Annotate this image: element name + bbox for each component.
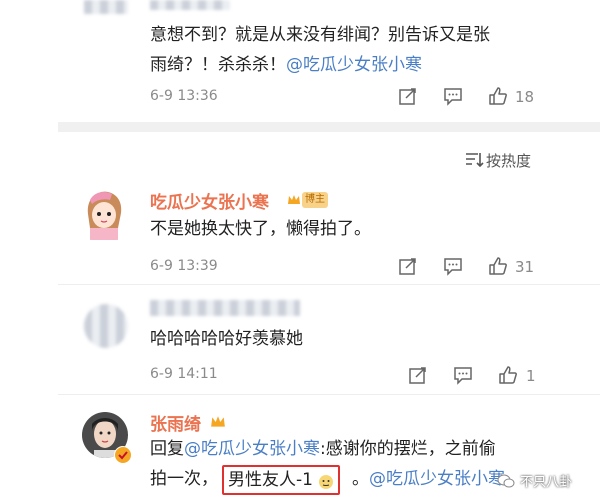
section-divider bbox=[58, 122, 600, 132]
comment-text: 哈哈哈哈哈好羡慕她 bbox=[150, 329, 303, 349]
mention-link[interactable]: @吃瓜少女张小寒 bbox=[184, 439, 320, 459]
share-edit-icon[interactable] bbox=[398, 86, 418, 106]
reply-text: 回复@吃瓜少女张小寒:感谢你的摆烂，之前偷 bbox=[150, 439, 496, 459]
blurred-avatar bbox=[84, 0, 128, 14]
comment-icon[interactable] bbox=[453, 365, 473, 385]
blurred-username bbox=[150, 300, 300, 316]
comment-text: 意想不到？就是从来没有绯闻？别告诉又是张 bbox=[150, 25, 490, 45]
comment-text: 不是她换太快了，懒得拍了。 bbox=[150, 219, 371, 239]
like-count: 31 bbox=[515, 258, 535, 276]
avatar[interactable] bbox=[82, 188, 126, 240]
username[interactable]: 张雨绮 bbox=[150, 410, 201, 435]
verified-icon bbox=[114, 446, 132, 464]
blurred-username bbox=[150, 0, 230, 10]
mention-link[interactable]: @吃瓜少女张小寒 bbox=[286, 55, 422, 75]
thumb-up-icon[interactable] bbox=[488, 86, 508, 106]
emoji-icon bbox=[318, 472, 334, 489]
thumb-up-icon[interactable] bbox=[488, 256, 508, 276]
share-edit-icon[interactable] bbox=[398, 256, 418, 276]
watermark: 不只八卦 bbox=[497, 470, 572, 492]
comment-icon[interactable] bbox=[443, 86, 463, 106]
crown-icon bbox=[287, 192, 301, 206]
wechat-icon bbox=[497, 473, 515, 489]
sort-icon[interactable] bbox=[464, 150, 484, 168]
blogger-badge: 博主 bbox=[302, 192, 328, 208]
crown-icon bbox=[210, 414, 226, 430]
comment-time: 6-9 13:36 bbox=[150, 88, 218, 104]
username[interactable]: 吃瓜少女张小寒 bbox=[150, 188, 269, 213]
comment-text: 雨绮？！杀杀杀！@吃瓜少女张小寒 bbox=[150, 55, 422, 75]
like-count: 18 bbox=[515, 88, 535, 106]
blurred-avatar bbox=[84, 304, 128, 348]
thumb-up-icon[interactable] bbox=[498, 365, 518, 385]
comment-time: 6-9 14:11 bbox=[150, 366, 218, 382]
sort-by-hot-toggle[interactable]: 按热度 bbox=[486, 150, 531, 171]
divider bbox=[58, 284, 600, 285]
reply-text: 。@吃瓜少女张小寒 bbox=[352, 469, 505, 489]
like-count: 1 bbox=[526, 367, 536, 385]
share-edit-icon[interactable] bbox=[408, 365, 428, 385]
highlighted-text: 男性友人-1 bbox=[222, 465, 341, 495]
comment-icon[interactable] bbox=[443, 256, 463, 276]
comment-time: 6-9 13:39 bbox=[150, 258, 218, 274]
divider bbox=[58, 394, 600, 395]
reply-text: 拍一次， bbox=[150, 469, 218, 489]
mention-link[interactable]: @吃瓜少女张小寒 bbox=[369, 469, 505, 489]
